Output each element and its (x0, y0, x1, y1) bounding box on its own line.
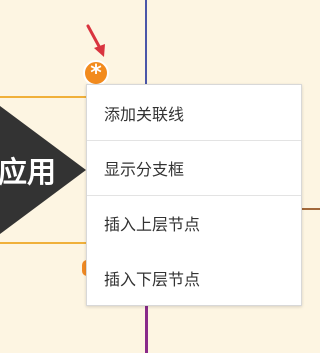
mindmap-canvas[interactable]: 应用 * 添加关联线 显示分支框 插入上层节点 插入下层节点 (0, 0, 320, 353)
context-menu: 添加关联线 显示分支框 插入上层节点 插入下层节点 (86, 84, 302, 306)
menu-item-add-relation-line[interactable]: 添加关联线 (87, 85, 301, 140)
red-arrow-icon (86, 24, 105, 57)
asterisk-icon[interactable]: * (83, 60, 109, 86)
menu-item-insert-child-node[interactable]: 插入下层节点 (87, 250, 301, 305)
menu-item-show-branch-frame[interactable]: 显示分支框 (87, 140, 301, 195)
connector-line-top (145, 0, 147, 86)
connector-line-bottom (145, 305, 148, 353)
node-frame-bottom (0, 242, 90, 244)
node-frame-top (0, 96, 90, 98)
menu-item-insert-parent-node[interactable]: 插入上层节点 (87, 195, 301, 250)
central-node-label: 应用 (0, 155, 57, 189)
connector-line-right (302, 208, 320, 210)
